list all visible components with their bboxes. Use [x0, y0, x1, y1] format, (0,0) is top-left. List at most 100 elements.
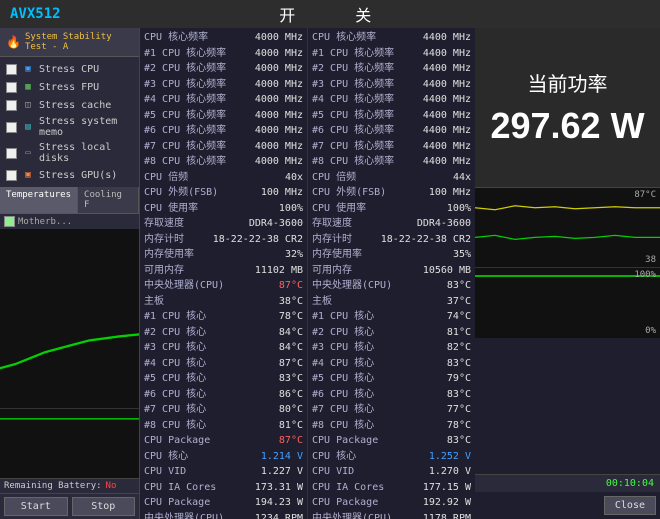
table-row: CPU 使用率100% — [144, 201, 303, 217]
table-row: 存取速度DDR4-3600 — [144, 216, 303, 232]
fpu-icon: ▦ — [21, 80, 35, 94]
table-row: #6 CPU 核心86°C — [144, 387, 303, 403]
temp-graph-area: 100°C 0°C — [0, 229, 139, 408]
motherboard-check[interactable]: Motherb... — [0, 214, 139, 229]
table-row: #7 CPU 核心频率4000 MHz — [144, 139, 303, 155]
timer-value: 00:10:04 — [606, 478, 654, 489]
table-row: #2 CPU 核心81°C — [312, 325, 471, 341]
table-row: #1 CPU 核心频率4000 MHz — [144, 46, 303, 62]
stress-item-mem[interactable]: ▤ Stress system memo — [4, 115, 135, 139]
top-header: AVX512 开 关 — [0, 0, 660, 28]
table-row: #1 CPU 核心78°C — [144, 309, 303, 325]
table-row: 存取速度DDR4-3600 — [312, 216, 471, 232]
stress-cpu-checkbox[interactable] — [6, 64, 17, 75]
table-row: 主板37°C — [312, 294, 471, 310]
table-row: CPU IA Cores173.31 W — [144, 480, 303, 496]
table-row: CPU 核心1.214 V — [144, 449, 303, 465]
table-row: #4 CPU 核心频率4000 MHz — [144, 92, 303, 108]
table-row: 中央处理器(CPU)87°C — [144, 278, 303, 294]
table-row: 中央处理器(CPU)83°C — [312, 278, 471, 294]
stress-cpu-label: Stress CPU — [39, 64, 99, 75]
start-button[interactable]: Start — [4, 497, 68, 516]
table-row: #5 CPU 核心83°C — [144, 371, 303, 387]
stress-mem-checkbox[interactable] — [6, 122, 17, 133]
stress-fpu-label: Stress FPU — [39, 82, 99, 93]
stress-item-gpu[interactable]: ▣ Stress GPU(s) — [4, 167, 135, 183]
stress-gpu-label: Stress GPU(s) — [39, 170, 117, 181]
gpu-icon: ▣ — [21, 168, 35, 182]
tab-temperatures[interactable]: Temperatures — [0, 187, 78, 213]
table-row: #1 CPU 核心74°C — [312, 309, 471, 325]
table-row: 内存使用率35% — [312, 247, 471, 263]
flame-icon: 🔥 — [6, 35, 21, 49]
stress-item-fpu[interactable]: ▦ Stress FPU — [4, 79, 135, 95]
stress-item-cache[interactable]: ◫ Stress cache — [4, 97, 135, 113]
table-row: CPU 核心频率4000 MHz — [144, 30, 303, 46]
power-display: 当前功率 297.62 W — [475, 28, 660, 188]
temp-graph-svg — [0, 229, 139, 408]
table-row: 中央处理器(CPU)1178 RPM — [312, 511, 471, 519]
table-row: CPU 外频(FSB)100 MHz — [312, 185, 471, 201]
table-row: #3 CPU 核心82°C — [312, 340, 471, 356]
table-row: #4 CPU 核心频率4400 MHz — [312, 92, 471, 108]
stop-button[interactable]: Stop — [72, 497, 136, 516]
table-row: #8 CPU 核心频率4400 MHz — [312, 154, 471, 170]
table-row: #8 CPU 核心81°C — [144, 418, 303, 434]
usage-graph-svg — [0, 409, 139, 478]
stress-fpu-checkbox[interactable] — [6, 82, 17, 93]
table-row: CPU 倍频40x — [144, 170, 303, 186]
stress-gpu-checkbox[interactable] — [6, 170, 17, 181]
table-row: #8 CPU 核心78°C — [312, 418, 471, 434]
table-row: CPU IA Cores177.15 W — [312, 480, 471, 496]
stress-item-disk[interactable]: ▭ Stress local disks — [4, 141, 135, 165]
center-panel: CPU 核心频率4000 MHz#1 CPU 核心频率4000 MHz#2 CP… — [140, 28, 475, 519]
table-row: CPU 倍频44x — [312, 170, 471, 186]
off-label: 关 — [355, 2, 371, 26]
stress-cache-label: Stress cache — [39, 100, 111, 111]
motherboard-label: Motherb... — [18, 217, 72, 227]
tabs-area: Temperatures Cooling F — [0, 187, 139, 214]
right-usage-low: 0% — [645, 326, 656, 336]
stress-cache-checkbox[interactable] — [6, 100, 17, 111]
right-graph-high: 87°C — [634, 190, 656, 200]
table-row: CPU 核心频率4400 MHz — [312, 30, 471, 46]
stress-mem-label: Stress system memo — [39, 116, 133, 138]
stress-item-cpu[interactable]: ▣ Stress CPU — [4, 61, 135, 77]
power-value: 297.62 W — [490, 105, 644, 147]
table-row: #4 CPU 核心83°C — [312, 356, 471, 372]
timer-row: 00:10:04 — [475, 474, 660, 492]
data-column-2: CPU 核心频率4400 MHz#1 CPU 核心频率4400 MHz#2 CP… — [308, 28, 475, 519]
table-row: 内存计时18-22-22-38 CR2 — [312, 232, 471, 248]
table-row: #2 CPU 核心频率4400 MHz — [312, 61, 471, 77]
motherboard-checkbox[interactable] — [4, 216, 15, 227]
table-row: CPU Package87°C — [144, 433, 303, 449]
cpu-icon: ▣ — [21, 62, 35, 76]
table-row: CPU 使用率100% — [312, 201, 471, 217]
right-usage-svg — [475, 268, 660, 338]
battery-label: Remaining Battery: — [4, 481, 102, 491]
right-bottom: 00:10:04 Close — [475, 338, 660, 519]
on-off-labels: 开 关 — [61, 2, 590, 26]
table-row: CPU Package194.23 W — [144, 495, 303, 511]
cache-icon: ◫ — [21, 98, 35, 112]
disk-icon: ▭ — [21, 146, 35, 160]
table-row: #3 CPU 核心84°C — [144, 340, 303, 356]
app-title: 🔥 System Stability Test - A — [0, 28, 139, 57]
table-row: #3 CPU 核心频率4400 MHz — [312, 77, 471, 93]
tab-cooling[interactable]: Cooling F — [78, 187, 139, 213]
main-layout: 🔥 System Stability Test - A ▣ Stress CPU… — [0, 28, 660, 519]
table-row: CPU Package192.92 W — [312, 495, 471, 511]
btn-row: Start Stop — [0, 493, 139, 519]
close-button[interactable]: Close — [604, 496, 656, 515]
right-usage-high: 100% — [634, 270, 656, 280]
table-row: #2 CPU 核心频率4000 MHz — [144, 61, 303, 77]
table-row: #7 CPU 核心77°C — [312, 402, 471, 418]
table-row: #6 CPU 核心频率4400 MHz — [312, 123, 471, 139]
right-temp-svg — [475, 188, 660, 267]
usage-graph-area: 100% 0% — [0, 408, 139, 478]
table-row: #5 CPU 核心79°C — [312, 371, 471, 387]
power-title: 当前功率 — [528, 68, 608, 97]
stress-disk-checkbox[interactable] — [6, 148, 17, 159]
on-label: 开 — [279, 2, 295, 26]
table-row: 内存使用率32% — [144, 247, 303, 263]
